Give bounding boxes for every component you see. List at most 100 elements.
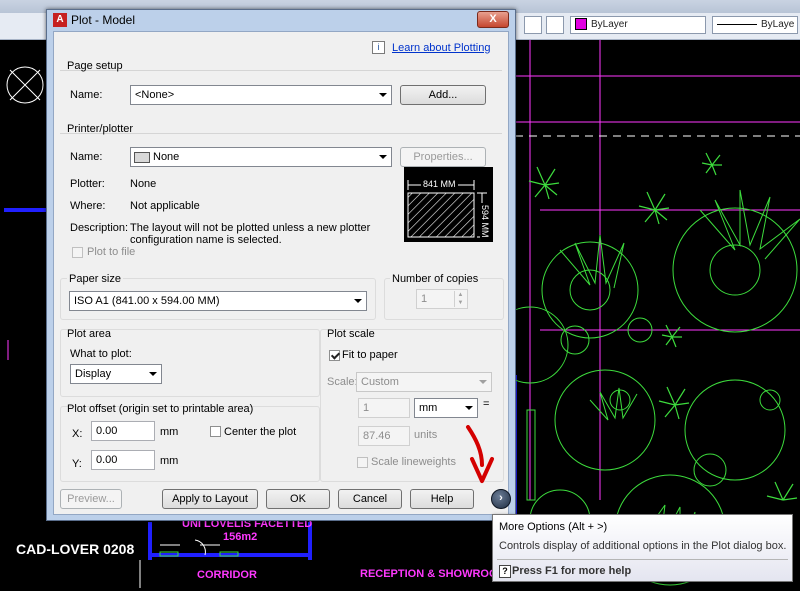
printer-icon [134,151,150,163]
drawing-label-area: 156m2 [223,531,258,543]
offset-x-input[interactable]: 0.00 [91,421,155,441]
what-to-plot-select[interactable]: Display [70,364,162,384]
red-arrow-annotation-icon [466,425,494,483]
where-value: Not applicable [130,200,200,212]
offset-y-input[interactable]: 0.00 [91,450,155,470]
scale-units-value: mm [419,402,438,414]
offset-y-value: 0.00 [96,454,118,466]
fit-to-paper-label: Fit to paper [342,349,398,361]
printer-name-label: Name: [70,151,103,163]
chevron-down-icon [465,406,473,410]
paper-preview: 841 MM 594 MM [404,167,493,242]
paper-size-value: ISO A1 (841.00 x 594.00 MM) [74,295,220,307]
plot-dialog: A Plot - Model X i Learn about Plotting … [46,9,516,521]
cancel-button[interactable]: Cancel [338,489,402,509]
toolbar-icon-b[interactable] [546,16,564,34]
dialog-client-area: i Learn about Plotting Page setup Name: … [53,31,511,515]
scale-drawing-units-input[interactable]: 87.46 [358,426,410,446]
toolbar-icon-a[interactable] [524,16,542,34]
offset-x-label: X: [72,428,83,440]
plot-scale-title: Plot scale [327,328,375,340]
more-options-button[interactable]: › [491,489,511,509]
scale-lineweights-label: Scale lineweights [371,456,456,468]
what-to-plot-label: What to plot: [70,348,132,360]
center-plot-label: Center the plot [224,426,297,438]
drawing-label-corridor: CORRIDOR [197,569,257,581]
printer-name-value: None [153,151,180,163]
printer-title: Printer/plotter [67,123,134,135]
scale-paper-units-value: 1 [363,402,370,414]
plotter-label: Plotter: [70,178,105,190]
dialog-titlebar[interactable]: A Plot - Model X [47,10,515,30]
ok-button[interactable]: OK [266,489,330,509]
scale-select[interactable]: Custom [356,372,492,392]
add-page-setup-button[interactable]: Add... [400,85,486,105]
plot-offset-title: Plot offset (origin set to printable are… [67,403,254,415]
page-setup-group-divider [60,70,502,71]
description-label: Description: [70,222,129,234]
page-setup-title: Page setup [67,60,123,72]
preview-button[interactable]: Preview... [60,489,122,509]
scale-label: Scale: [327,376,358,388]
description-line-2: configuration name is selected. [130,234,282,246]
watermark-text: CAD-LOVER 0208 [16,541,135,557]
info-icon: i [372,41,385,54]
offset-y-label: Y: [72,458,82,470]
tooltip-title: More Options (Alt + >) [499,521,608,533]
page-setup-name-value: <None> [135,89,175,101]
plot-offset-panel [60,406,320,482]
color-control-value: ByLayer [591,19,628,30]
tooltip-help-text: Press F1 for more help [512,565,632,577]
paper-size-title: Paper size [67,273,123,285]
scale-drawing-units-value: 87.46 [363,430,391,442]
chevron-down-icon [149,372,157,376]
properties-button[interactable]: Properties... [400,147,486,167]
help-icon: ? [499,565,511,578]
chevron-down-icon [379,93,387,97]
help-button[interactable]: Help [410,489,474,509]
copies-title: Number of copies [390,273,481,285]
drawing-label-reception: RECEPTION & SHOWROOM [360,568,507,580]
printer-name-select[interactable]: None [130,147,392,167]
linetype-control-combo[interactable]: ByLaye [712,16,798,34]
close-button[interactable]: X [477,11,509,28]
plot-area-title: Plot area [67,328,112,340]
page-setup-name-label: Name: [70,89,103,101]
center-plot-checkbox[interactable] [210,426,221,437]
line-sample-icon [717,23,757,25]
plot-to-file-checkbox[interactable] [72,247,83,258]
scale-equals-sign: = [483,398,490,410]
scale-value: Custom [361,376,399,388]
magenta-swatch-icon [575,18,587,31]
offset-y-unit: mm [160,455,179,467]
scale-lineweights-checkbox[interactable] [357,457,368,468]
offset-x-unit: mm [160,426,179,438]
color-control-combo[interactable]: ByLayer [570,16,706,34]
preview-width-label: 841 MM [421,179,458,189]
scale-paper-units-input[interactable]: 1 [358,398,410,418]
chevron-right-icon: › [499,492,503,504]
apply-to-layout-button[interactable]: Apply to Layout [162,489,258,509]
copies-value: 1 [421,293,428,305]
preview-height-label: 594 MM [480,203,490,240]
autocad-app-icon: A [53,13,67,27]
paper-size-select[interactable]: ISO A1 (841.00 x 594.00 MM) [69,291,367,311]
tooltip-description: Controls display of additional options i… [499,540,787,552]
chevron-down-icon [354,299,362,303]
offset-x-value: 0.00 [96,425,118,437]
description-line-1: The layout will not be plotted unless a … [130,222,371,234]
chevron-down-icon [379,155,387,159]
linetype-control-value: ByLaye [761,19,795,30]
dialog-title: Plot - Model [71,13,136,27]
learn-about-plotting-link[interactable]: Learn about Plotting [392,42,490,54]
page-setup-name-select[interactable]: <None> [130,85,392,105]
more-options-tooltip: More Options (Alt + >) Controls display … [492,514,793,582]
plotter-value: None [130,178,157,190]
tooltip-separator [497,559,788,560]
what-to-plot-value: Display [75,368,112,380]
plot-to-file-label: Plot to file [87,246,136,258]
copies-spinner-icon[interactable]: ▲ ▼ [454,291,466,307]
scale-units-select[interactable]: mm [414,398,478,418]
fit-to-paper-checkbox[interactable] [329,350,340,361]
chevron-down-icon [479,380,487,384]
